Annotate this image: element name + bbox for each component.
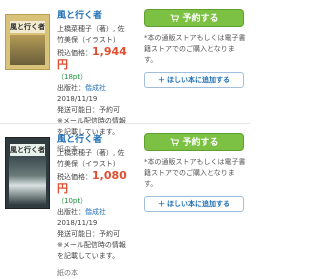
add-to-wishlist-button[interactable]: ＋ほしい本に追加する bbox=[144, 72, 244, 88]
format-label: 紙の本 bbox=[57, 269, 78, 277]
points-value: （18pt） bbox=[57, 73, 88, 81]
publisher-row: 出版社：偕成社 bbox=[57, 83, 131, 94]
product-title-link[interactable]: 風と行く者 bbox=[57, 134, 131, 146]
price-label: 税込価格： bbox=[57, 173, 92, 181]
reserve-button-label: 予約する bbox=[182, 138, 219, 148]
publisher-label: 出版社： bbox=[57, 208, 85, 216]
publisher-row: 出版社：偕成社 bbox=[57, 207, 131, 218]
publisher-label: 出版社： bbox=[57, 84, 85, 92]
plus-icon: ＋ bbox=[158, 200, 165, 208]
cover-title: 風と行く者 bbox=[10, 21, 45, 33]
store-notice: *本の通販ストアもしくは電子書籍ストアでのご購入となります。 bbox=[144, 34, 246, 64]
product-item: 風と行く者 風と行く者 上橋菜穂子（著）, 佐竹美保（イラスト） 税込価格：1,… bbox=[0, 0, 250, 153]
price-row: 税込価格：1,944円 bbox=[57, 46, 131, 72]
price-label: 税込価格： bbox=[57, 49, 92, 57]
cover-art bbox=[10, 35, 45, 65]
release-date: 2018/11/19 bbox=[57, 95, 98, 103]
publisher-link[interactable]: 偕成社 bbox=[85, 84, 106, 92]
shipping-availability: 発送可能日：予約可 bbox=[57, 230, 120, 238]
cover-art bbox=[9, 156, 46, 205]
shipping-availability: 発送可能日：予約可 bbox=[57, 106, 120, 114]
cover-title: 風と行く者 bbox=[10, 144, 45, 156]
mail-note: ※メール配信時の情報を記載しています。 bbox=[57, 241, 126, 260]
product-item: 風と行く者 風と行く者 上橋菜穂子（著）, 佐竹美保（イラスト） 税込価格：1,… bbox=[0, 124, 250, 277]
publisher-link[interactable]: 偕成社 bbox=[85, 208, 106, 216]
add-to-wishlist-button[interactable]: ＋ほしい本に追加する bbox=[144, 196, 244, 212]
purchase-panel: 予約する *本の通販ストアもしくは電子書籍ストアでのご購入となります。 ＋ほしい… bbox=[144, 133, 248, 212]
author-text: 上橋菜穂子（著）, 佐竹美保（イラスト） bbox=[57, 25, 125, 44]
store-notice: *本の通販ストアもしくは電子書籍ストアでのご購入となります。 bbox=[144, 158, 246, 188]
author-text: 上橋菜穂子（著）, 佐竹美保（イラスト） bbox=[57, 149, 125, 168]
points-value: （10pt） bbox=[57, 197, 88, 205]
product-title-link[interactable]: 風と行く者 bbox=[57, 10, 131, 22]
purchase-panel: 予約する *本の通販ストアもしくは電子書籍ストアでのご購入となります。 ＋ほしい… bbox=[144, 9, 248, 88]
cart-icon bbox=[169, 10, 180, 28]
reserve-button[interactable]: 予約する bbox=[144, 133, 244, 151]
book-cover[interactable]: 風と行く者 bbox=[5, 14, 50, 70]
release-date: 2018/11/19 bbox=[57, 219, 98, 227]
plus-icon: ＋ bbox=[158, 76, 165, 84]
wishlist-button-label: ほしい本に追加する bbox=[167, 76, 230, 84]
cart-icon bbox=[169, 134, 180, 152]
wishlist-button-label: ほしい本に追加する bbox=[167, 200, 230, 208]
price-row: 税込価格：1,080円 bbox=[57, 170, 131, 196]
product-info: 風と行く者 上橋菜穂子（著）, 佐竹美保（イラスト） 税込価格：1,080円 （… bbox=[57, 134, 131, 279]
reserve-button[interactable]: 予約する bbox=[144, 9, 244, 27]
book-cover[interactable]: 風と行く者 bbox=[5, 137, 50, 209]
reserve-button-label: 予約する bbox=[182, 14, 219, 24]
